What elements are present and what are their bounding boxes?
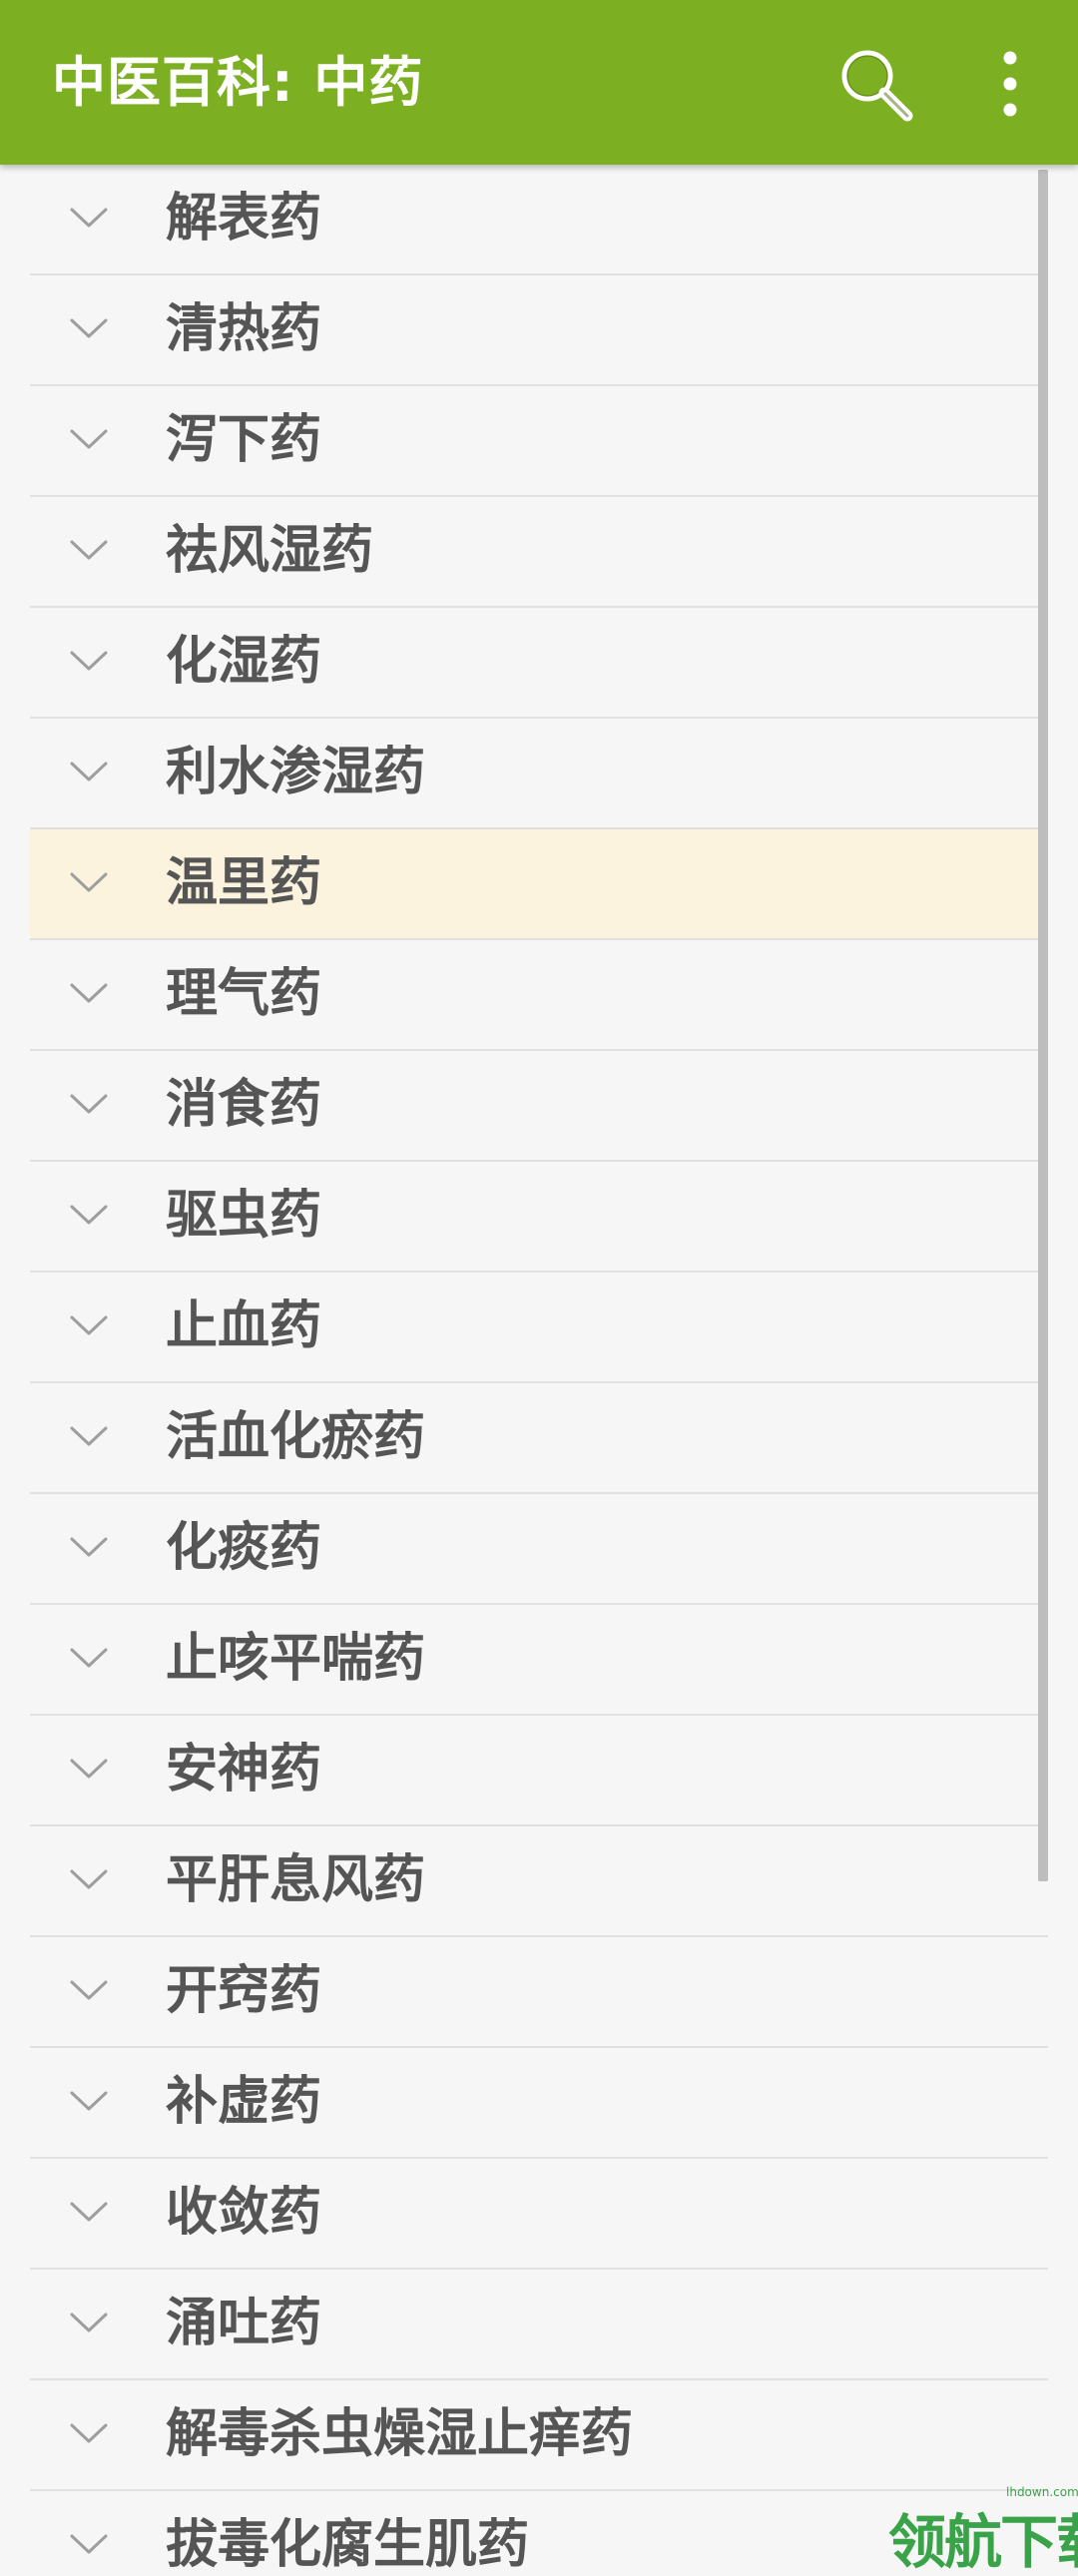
list-item-label: 活血化瘀药 bbox=[166, 1407, 426, 1467]
more-vertical-icon[interactable] bbox=[988, 46, 1032, 122]
chevron-down-icon[interactable] bbox=[68, 537, 110, 563]
list-item-label: 化湿药 bbox=[166, 632, 322, 692]
list-item-label: 解毒杀虫燥湿止痒药 bbox=[166, 2404, 634, 2464]
list-item[interactable]: 安神药 bbox=[30, 1716, 1048, 1826]
list-item-label: 开窍药 bbox=[166, 1961, 322, 2021]
list-item-label: 祛风湿药 bbox=[166, 521, 374, 581]
list-item[interactable]: 涌吐药 bbox=[30, 2270, 1048, 2380]
list-item[interactable]: 利水渗湿药 bbox=[30, 719, 1048, 829]
list-item-label: 温里药 bbox=[166, 853, 322, 913]
list-item[interactable]: 祛风湿药 bbox=[30, 497, 1048, 608]
list-item-label: 泻下药 bbox=[166, 410, 322, 470]
chevron-down-icon[interactable] bbox=[68, 980, 110, 1006]
list-item[interactable]: 平肝息风药 bbox=[30, 1826, 1048, 1937]
list-item[interactable]: 理气药 bbox=[30, 940, 1048, 1051]
list-item[interactable]: 开窍药 bbox=[30, 1937, 1048, 2048]
chevron-down-icon[interactable] bbox=[68, 1866, 110, 1892]
list-item[interactable]: 清热药 bbox=[30, 275, 1048, 386]
chevron-down-icon[interactable] bbox=[68, 869, 110, 895]
list-item[interactable]: 驱虫药 bbox=[30, 1162, 1048, 1273]
list-item-label: 消食药 bbox=[166, 1075, 322, 1135]
chevron-down-icon[interactable] bbox=[68, 2199, 110, 2225]
chevron-down-icon[interactable] bbox=[68, 2310, 110, 2335]
list-item-label: 涌吐药 bbox=[166, 2294, 322, 2353]
chevron-down-icon[interactable] bbox=[68, 1423, 110, 1449]
list-item-label: 补虚药 bbox=[166, 2072, 322, 2132]
chevron-down-icon[interactable] bbox=[68, 1645, 110, 1671]
chevron-down-icon[interactable] bbox=[68, 648, 110, 674]
list-item[interactable]: 化痰药 bbox=[30, 1494, 1048, 1605]
list-item[interactable]: 活血化瘀药 bbox=[30, 1383, 1048, 1494]
chevron-down-icon[interactable] bbox=[68, 2420, 110, 2446]
list-item-label: 理气药 bbox=[166, 964, 322, 1024]
search-icon[interactable] bbox=[833, 42, 917, 126]
app-screen: 中医百科: 中药 解表药清热药泻下药祛风湿药化湿药利水渗湿药温里药理气药消食药驱… bbox=[0, 0, 1078, 2576]
list-item[interactable]: 化湿药 bbox=[30, 608, 1048, 719]
chevron-down-icon[interactable] bbox=[68, 315, 110, 341]
list-item-label: 止血药 bbox=[166, 1296, 322, 1356]
list-item[interactable]: 止血药 bbox=[30, 1273, 1048, 1383]
list-item-label: 驱虫药 bbox=[166, 1186, 322, 1246]
chevron-down-icon[interactable] bbox=[68, 1977, 110, 2003]
list-item[interactable]: 解表药 bbox=[30, 165, 1048, 275]
watermark-logo: lhdown.com 领航下载 bbox=[888, 2485, 1078, 2576]
list-item-label: 清热药 bbox=[166, 299, 322, 359]
chevron-down-icon[interactable] bbox=[68, 426, 110, 452]
chevron-down-icon[interactable] bbox=[68, 2088, 110, 2114]
list-item-label: 拔毒化腐生肌药 bbox=[166, 2515, 530, 2575]
chevron-down-icon[interactable] bbox=[68, 759, 110, 784]
list-item-label: 安神药 bbox=[166, 1740, 322, 1800]
list-item-label: 收敛药 bbox=[166, 2183, 322, 2243]
list-item-label: 利水渗湿药 bbox=[166, 743, 426, 802]
list-item[interactable]: 温里药 bbox=[30, 829, 1048, 940]
chevron-down-icon[interactable] bbox=[68, 2531, 110, 2557]
list-item[interactable]: 止咳平喘药 bbox=[30, 1605, 1048, 1716]
list-item-label: 解表药 bbox=[166, 189, 322, 249]
app-title: 中医百科: 中药 bbox=[52, 51, 424, 114]
chevron-down-icon[interactable] bbox=[68, 1756, 110, 1782]
category-list: 解表药清热药泻下药祛风湿药化湿药利水渗湿药温里药理气药消食药驱虫药止血药活血化瘀… bbox=[30, 165, 1048, 2576]
list-item-label: 平肝息风药 bbox=[166, 1850, 426, 1910]
scrollbar[interactable] bbox=[1038, 170, 1048, 1881]
list-item-label: 止咳平喘药 bbox=[166, 1629, 426, 1689]
list-item[interactable]: 泻下药 bbox=[30, 386, 1048, 497]
list-item[interactable]: 补虚药 bbox=[30, 2048, 1048, 2159]
list-item[interactable]: 解毒杀虫燥湿止痒药 bbox=[30, 2380, 1048, 2491]
list-item-label: 化痰药 bbox=[166, 1518, 322, 1578]
chevron-down-icon[interactable] bbox=[68, 1091, 110, 1117]
chevron-down-icon[interactable] bbox=[68, 1534, 110, 1560]
chevron-down-icon[interactable] bbox=[68, 205, 110, 231]
list-item[interactable]: 收敛药 bbox=[30, 2159, 1048, 2270]
chevron-down-icon[interactable] bbox=[68, 1202, 110, 1228]
chevron-down-icon[interactable] bbox=[68, 1312, 110, 1338]
watermark-text: 领航下载 bbox=[888, 2508, 1078, 2576]
list-item[interactable]: 消食药 bbox=[30, 1051, 1048, 1162]
app-bar: 中医百科: 中药 bbox=[0, 0, 1078, 165]
